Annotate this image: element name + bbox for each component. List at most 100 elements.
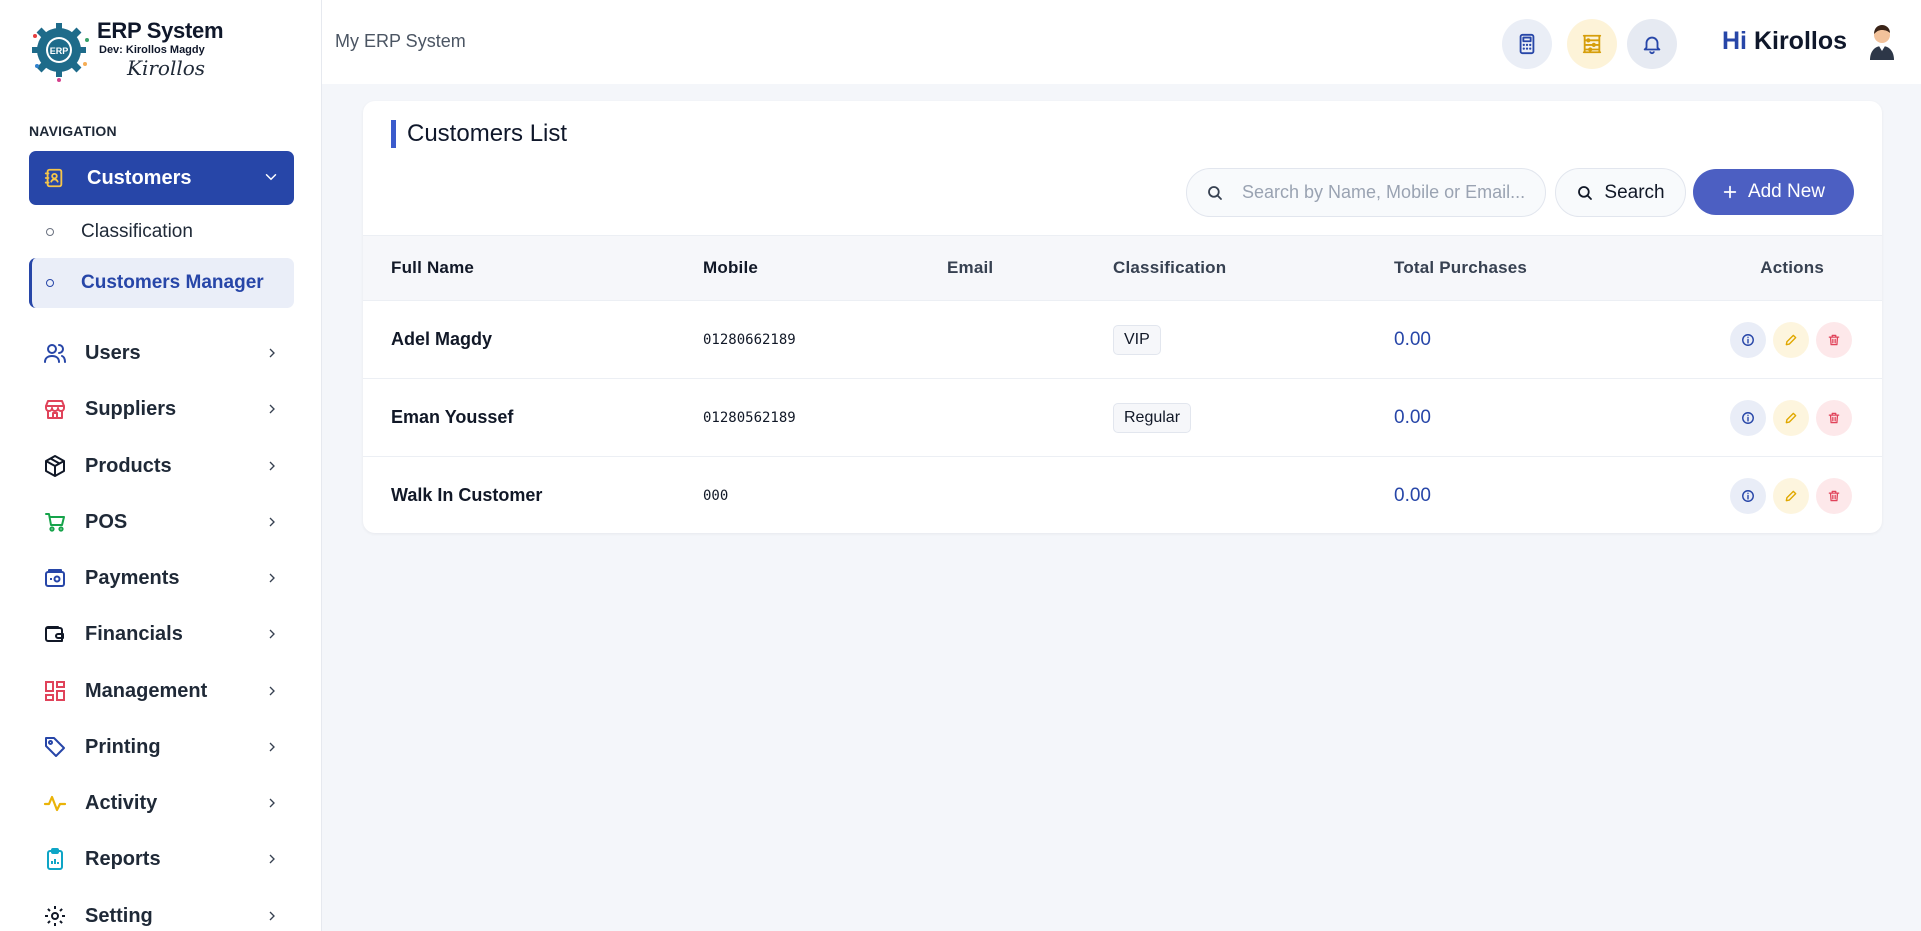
edit-button[interactable]: [1773, 399, 1809, 436]
cell-mobile: 01280662189: [703, 331, 796, 348]
trash-icon: [1828, 490, 1840, 502]
breadcrumb[interactable]: My ERP System: [335, 31, 466, 52]
edit-button[interactable]: [1773, 477, 1809, 514]
chevron-right-icon: [269, 573, 275, 583]
pencil-icon: [1785, 412, 1797, 423]
store-icon: [45, 400, 65, 419]
sidebar-item-activity[interactable]: Activity: [29, 778, 294, 828]
sidebar-item-printing[interactable]: Printing: [29, 722, 294, 772]
cell-total-purchases: 0.00: [1394, 328, 1431, 350]
sidebar-item-management[interactable]: Management: [29, 666, 294, 716]
cell-email: [947, 301, 1113, 379]
plus-icon: [1723, 185, 1737, 199]
search-icon: [1208, 185, 1222, 200]
sidebar-item-pos[interactable]: POS: [29, 497, 294, 547]
sidebar-item-label: Products: [85, 454, 172, 477]
column-header-total-purchases[interactable]: Total Purchases: [1394, 236, 1688, 301]
search-input[interactable]: [1242, 182, 1532, 203]
cell-email: [947, 457, 1113, 534]
cell-total-purchases: 0.00: [1394, 406, 1431, 428]
logo-badge: ERP: [50, 46, 69, 56]
sidebar-subitem-classification[interactable]: Classification: [29, 207, 294, 257]
sidebar-item-label: Setting: [85, 904, 153, 927]
avatar[interactable]: [1867, 22, 1897, 60]
sidebar-item-products[interactable]: Products: [29, 441, 294, 491]
search-icon: [1578, 185, 1593, 200]
table-row[interactable]: Eman Youssef 01280562189 Regular 0.00: [363, 379, 1882, 457]
sidebar-item-label: Payments: [85, 566, 180, 589]
chevron-right-icon: [269, 461, 275, 471]
chevron-down-icon: [265, 174, 277, 181]
sidebar-item-payments[interactable]: Payments: [29, 553, 294, 603]
details-button[interactable]: [1730, 399, 1766, 436]
classification-badge: VIP: [1113, 324, 1161, 355]
cell-mobile: 01280562189: [703, 409, 796, 426]
chevron-right-icon: [269, 742, 275, 752]
column-header-actions: Actions: [1760, 258, 1824, 277]
page-title: Customers List: [391, 120, 567, 148]
edit-button[interactable]: [1773, 321, 1809, 358]
sidebar-item-label: POS: [85, 510, 128, 533]
add-new-button[interactable]: Add New: [1693, 169, 1854, 215]
chevron-right-icon: [269, 911, 275, 921]
logo-signature: Kirollos: [127, 56, 206, 80]
details-button[interactable]: [1730, 477, 1766, 514]
sidebar-item-label: Reports: [85, 847, 161, 870]
cell-mobile: 000: [703, 487, 729, 504]
cell-full-name: Walk In Customer: [391, 485, 543, 506]
sidebar-item-suppliers[interactable]: Suppliers: [29, 384, 294, 434]
cell-full-name: Adel Magdy: [391, 329, 493, 349]
details-button[interactable]: [1730, 321, 1766, 358]
customers-table: Full Name Mobile Email Classification To…: [363, 235, 1882, 533]
delete-button[interactable]: [1816, 477, 1852, 514]
bell-icon: [1643, 36, 1661, 55]
greeting-hi: Hi: [1722, 27, 1747, 55]
info-icon: [1742, 489, 1754, 502]
sidebar-item-financials[interactable]: Financials: [29, 609, 294, 659]
calculator-button[interactable]: [1502, 19, 1552, 69]
sidebar-item-users[interactable]: Users: [29, 328, 294, 378]
column-header-email[interactable]: Email: [947, 236, 1113, 301]
logo-title: ERP System: [97, 18, 224, 43]
table-row[interactable]: Adel Magdy 01280662189 VIP 0.00: [363, 301, 1882, 379]
chevron-right-icon: [269, 517, 275, 527]
chevron-right-icon: [269, 854, 275, 864]
grid-icon: [45, 681, 65, 701]
pencil-icon: [1785, 490, 1797, 502]
app-logo[interactable]: ERP ERP System Dev: Kirollos Magdy Kirol…: [29, 16, 229, 86]
box-icon: [45, 455, 65, 477]
delete-button[interactable]: [1816, 321, 1852, 358]
abacus-icon: [1582, 34, 1602, 54]
table-header-row: Full Name Mobile Email Classification To…: [363, 235, 1882, 301]
nav-heading: NAVIGATION: [29, 123, 117, 139]
trash-icon: [1828, 412, 1840, 423]
cell-classification: [1113, 457, 1394, 534]
abacus-button[interactable]: [1567, 19, 1617, 69]
sidebar-item-label: Users: [85, 341, 141, 364]
search-field[interactable]: [1186, 168, 1546, 217]
info-icon: [1742, 333, 1754, 346]
sidebar-item-label: Management: [85, 679, 208, 702]
tag-icon: [45, 737, 65, 757]
sidebar-item-setting[interactable]: Setting: [29, 891, 294, 931]
column-header-full-name[interactable]: Full Name: [363, 236, 703, 301]
chevron-right-icon: [269, 629, 275, 639]
classification-badge: Regular: [1113, 402, 1192, 433]
top-bar: My ERP System Hi Kirollos: [322, 0, 1921, 84]
sidebar-subitem-customers-manager[interactable]: Customers Manager: [29, 258, 294, 308]
column-header-mobile[interactable]: Mobile: [703, 236, 947, 301]
add-new-label: Add New: [1747, 181, 1826, 202]
users-icon: [44, 344, 66, 363]
sidebar: ERP ERP System Dev: Kirollos Magdy Kirol…: [0, 0, 322, 931]
column-header-classification[interactable]: Classification: [1113, 236, 1394, 301]
search-button[interactable]: Search: [1555, 168, 1686, 217]
notifications-button[interactable]: [1627, 19, 1677, 69]
sidebar-subitem-label: Customers Manager: [81, 272, 264, 293]
delete-button[interactable]: [1816, 399, 1852, 436]
wallet-icon: [45, 626, 64, 642]
sidebar-item-label: Printing: [85, 735, 161, 758]
sidebar-item-reports[interactable]: Reports: [29, 834, 294, 884]
chevron-right-icon: [269, 686, 275, 696]
sidebar-item-customers[interactable]: Customers: [29, 151, 294, 205]
table-row[interactable]: Walk In Customer 000 0.00: [363, 457, 1882, 534]
